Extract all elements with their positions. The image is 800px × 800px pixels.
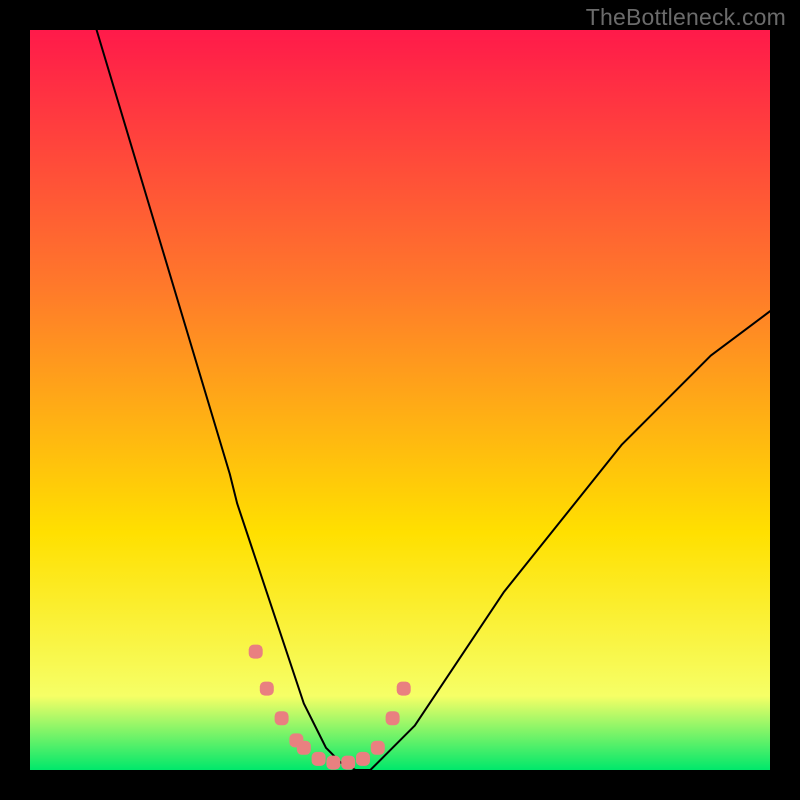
highlight-dot bbox=[249, 645, 263, 659]
plot-area bbox=[30, 30, 770, 770]
chart-frame: TheBottleneck.com bbox=[0, 0, 800, 800]
highlight-dot bbox=[386, 711, 400, 725]
bottleneck-chart bbox=[30, 30, 770, 770]
highlight-dot bbox=[371, 741, 385, 755]
highlight-dot bbox=[297, 741, 311, 755]
highlight-dot bbox=[397, 682, 411, 696]
highlight-dot bbox=[326, 756, 340, 770]
highlight-dot bbox=[341, 756, 355, 770]
highlight-dot bbox=[356, 752, 370, 766]
highlight-dot bbox=[275, 711, 289, 725]
highlight-dot bbox=[260, 682, 274, 696]
highlight-dot bbox=[312, 752, 326, 766]
gradient-background bbox=[30, 30, 770, 770]
watermark-text: TheBottleneck.com bbox=[586, 4, 786, 31]
